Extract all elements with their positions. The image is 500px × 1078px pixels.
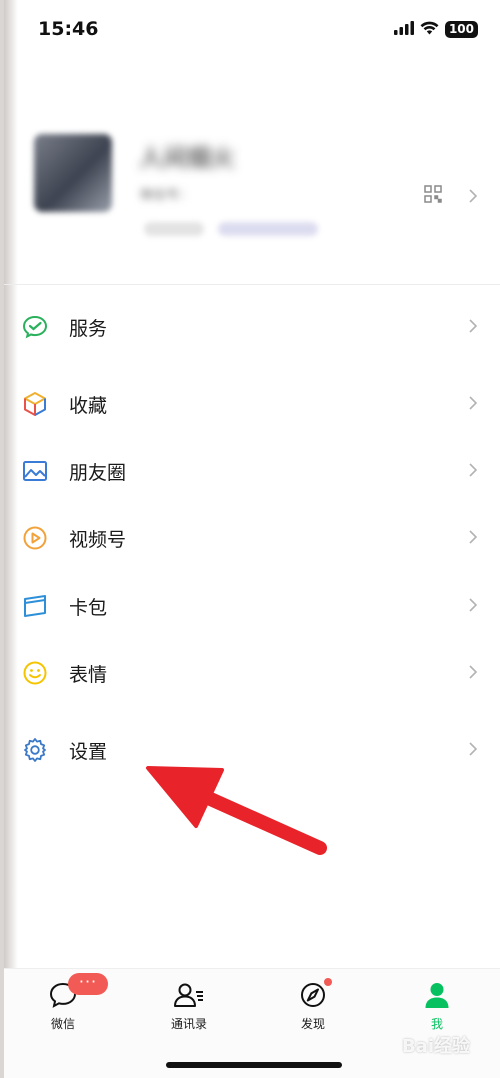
menu-label: 设置 (69, 740, 108, 763)
tab-label: 我 (430, 1017, 443, 1031)
menu-item-channels[interactable]: 视频号 (4, 512, 500, 564)
battery-indicator: 100 (444, 21, 478, 38)
tab-label: 微信 (50, 1017, 75, 1031)
chevron-right-icon (468, 529, 478, 549)
menu-label: 表情 (69, 663, 108, 686)
profile-header[interactable]: 人间烟火 微信号： (4, 130, 500, 250)
home-indicator[interactable] (166, 1062, 342, 1068)
avatar[interactable] (34, 134, 112, 212)
wallet-icon (22, 593, 48, 619)
menu-label: 收藏 (69, 394, 108, 417)
menu-item-moments[interactable]: 朋友圈 (4, 445, 500, 497)
chat-bubble-icon (48, 982, 78, 1013)
notification-dot (324, 978, 332, 986)
friends-tag[interactable] (218, 222, 318, 236)
menu-item-card-wallet[interactable]: 卡包 (4, 580, 500, 632)
status-bar: 15:46 100 (4, 0, 500, 60)
profile-tags (144, 222, 318, 236)
wifi-icon (420, 20, 439, 39)
play-circle-icon (22, 525, 48, 551)
status-icons: 100 (393, 20, 478, 39)
annotation-arrow-icon (144, 760, 344, 874)
status-tag[interactable] (144, 222, 204, 236)
chevron-right-icon (468, 462, 478, 482)
menu-label: 视频号 (69, 528, 127, 551)
menu-label: 卡包 (69, 596, 108, 619)
phone-screen: 15:46 100 人间烟火 微信号： 服务 收藏 朋友圈 视频号 卡包 表情 … (4, 0, 500, 1078)
menu-label: 朋友圈 (69, 461, 127, 484)
person-icon (422, 983, 452, 1013)
profile-name: 人间烟火 (139, 144, 235, 172)
signal-icon (393, 20, 414, 39)
gear-icon (22, 737, 48, 763)
tab-me[interactable]: 我 (392, 981, 482, 1032)
wechat-id: 微信号： (140, 188, 193, 203)
chevron-right-icon (468, 395, 478, 415)
menu-label: 服务 (69, 317, 108, 340)
contacts-icon (172, 983, 206, 1013)
chevron-right-icon (468, 188, 478, 208)
menu-item-stickers[interactable]: 表情 (4, 647, 500, 699)
section-divider (4, 284, 500, 285)
wechat-pay-icon (22, 314, 48, 340)
image-icon (22, 458, 48, 484)
status-time: 15:46 (38, 18, 99, 40)
chevron-right-icon (468, 664, 478, 684)
chevron-right-icon (468, 741, 478, 761)
cube-icon (22, 391, 48, 417)
unread-badge: ··· (68, 973, 108, 995)
tab-label: 通讯录 (170, 1017, 207, 1031)
tab-discover[interactable]: 发现 (268, 981, 358, 1032)
chevron-right-icon (468, 597, 478, 617)
watermark-logo: Bai经验 (401, 1036, 470, 1057)
tab-contacts[interactable]: 通讯录 (144, 981, 234, 1032)
menu-item-favorites[interactable]: 收藏 (4, 378, 500, 430)
qr-code-icon[interactable] (424, 185, 442, 207)
chevron-right-icon (468, 318, 478, 338)
smiley-icon (22, 660, 48, 686)
tab-label: 发现 (300, 1017, 325, 1031)
menu-item-service[interactable]: 服务 (4, 301, 500, 353)
compass-icon (298, 983, 328, 1013)
